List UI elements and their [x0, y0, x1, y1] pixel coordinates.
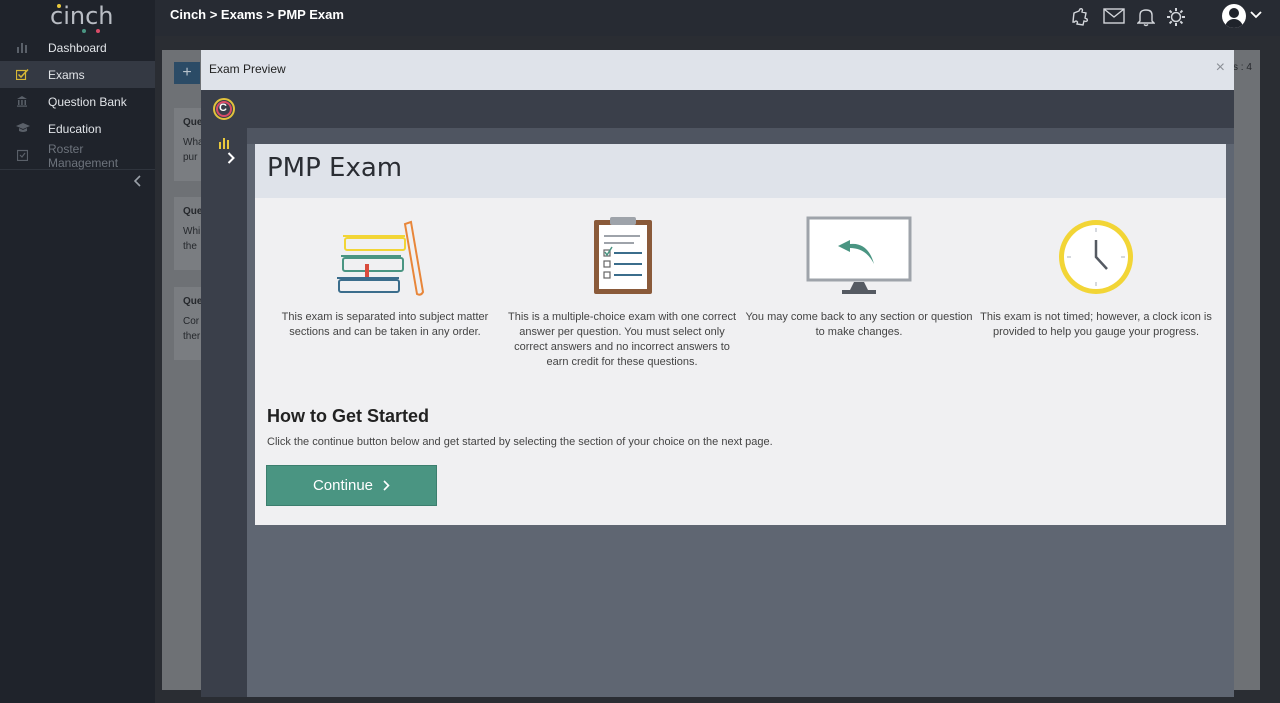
- how-to-title: How to Get Started: [267, 406, 430, 426]
- mail-icon[interactable]: [1103, 7, 1125, 27]
- background-card: Que Wha pur: [174, 108, 204, 181]
- exam-strip: [247, 128, 1234, 144]
- modal-title: Exam Preview: [209, 62, 286, 76]
- graduation-cap-icon: [16, 122, 30, 134]
- expand-panel[interactable]: [201, 146, 247, 174]
- cinch-logo-icon: C: [213, 98, 235, 120]
- chevron-right-icon: [383, 478, 390, 494]
- sidebar-item-exams[interactable]: Exams: [0, 61, 155, 88]
- checklist-icon: [15, 68, 29, 81]
- exam-header: C: [201, 90, 1234, 128]
- clipboard-checklist-icon: [594, 217, 652, 294]
- top-bar: Cinch > Exams > PMP Exam: [155, 0, 1280, 36]
- clock-icon: [1059, 220, 1133, 294]
- sidebar-item-roster-management[interactable]: Roster Management: [0, 141, 155, 170]
- monitor-back-arrow-icon: [806, 216, 912, 294]
- background-card: Que Whi the: [174, 197, 202, 270]
- exam-title: PMP Exam: [267, 153, 403, 183]
- sidebar-item-education[interactable]: Education: [0, 115, 155, 142]
- bell-icon[interactable]: [1136, 7, 1159, 27]
- exam-card: PMP Exam This exam is separated into sub…: [255, 144, 1226, 525]
- chevron-down-icon[interactable]: [1250, 8, 1262, 22]
- continue-label: Continue: [312, 477, 374, 494]
- feature-text: This exam is separated into subject matt…: [281, 311, 489, 338]
- books-icon: [337, 220, 425, 296]
- sidebar-item-dashboard[interactable]: Dashboard: [0, 34, 155, 61]
- background-card: Que Cor ther: [174, 287, 202, 360]
- sidebar-item-label: Roster Management: [48, 141, 119, 170]
- sidebar-item-label: Education: [48, 121, 102, 136]
- feature-sections: This exam is separated into subject matt…: [268, 216, 502, 340]
- sidebar-item-label: Dashboard: [48, 40, 107, 55]
- feature-untimed: This exam is not timed; however, a clock…: [979, 216, 1213, 340]
- sidebar: cinch Dashboard Exams Question Bank Educ…: [0, 0, 155, 703]
- collapse-sidebar-chevron-icon[interactable]: [133, 174, 142, 190]
- add-button: +: [174, 62, 200, 84]
- sidebar-item-question-bank[interactable]: Question Bank: [0, 88, 155, 115]
- app-logo[interactable]: cinch: [0, 0, 155, 36]
- avatar[interactable]: [1222, 4, 1246, 28]
- feature-text: This is a multiple-choice exam with one …: [507, 311, 737, 368]
- close-icon[interactable]: ×: [1216, 59, 1225, 77]
- feature-text: This exam is not timed; however, a clock…: [980, 311, 1212, 338]
- modal-header: Exam Preview ×: [201, 50, 1234, 90]
- left-rail: [201, 128, 247, 697]
- feature-text: You may come back to any section or ques…: [745, 311, 973, 338]
- bank-icon: [16, 95, 28, 107]
- clipboard-icon: [16, 149, 28, 162]
- breadcrumb: Cinch > Exams > PMP Exam: [170, 7, 344, 22]
- sidebar-item-label: Exams: [48, 67, 85, 82]
- bar-chart-icon: [16, 41, 28, 53]
- continue-button[interactable]: Continue: [266, 465, 437, 506]
- puzzle-icon[interactable]: [1070, 7, 1092, 27]
- feature-multiple-choice: This is a multiple-choice exam with one …: [505, 216, 739, 370]
- how-to-text: Click the continue button below and get …: [267, 436, 773, 448]
- gear-icon[interactable]: [1166, 7, 1188, 27]
- sidebar-item-label: Question Bank: [48, 94, 127, 109]
- background-count: s : 4: [1233, 62, 1252, 73]
- exam-card-header: PMP Exam: [255, 144, 1226, 198]
- feature-review: You may come back to any section or ques…: [742, 216, 976, 340]
- chevron-right-icon: [227, 151, 235, 167]
